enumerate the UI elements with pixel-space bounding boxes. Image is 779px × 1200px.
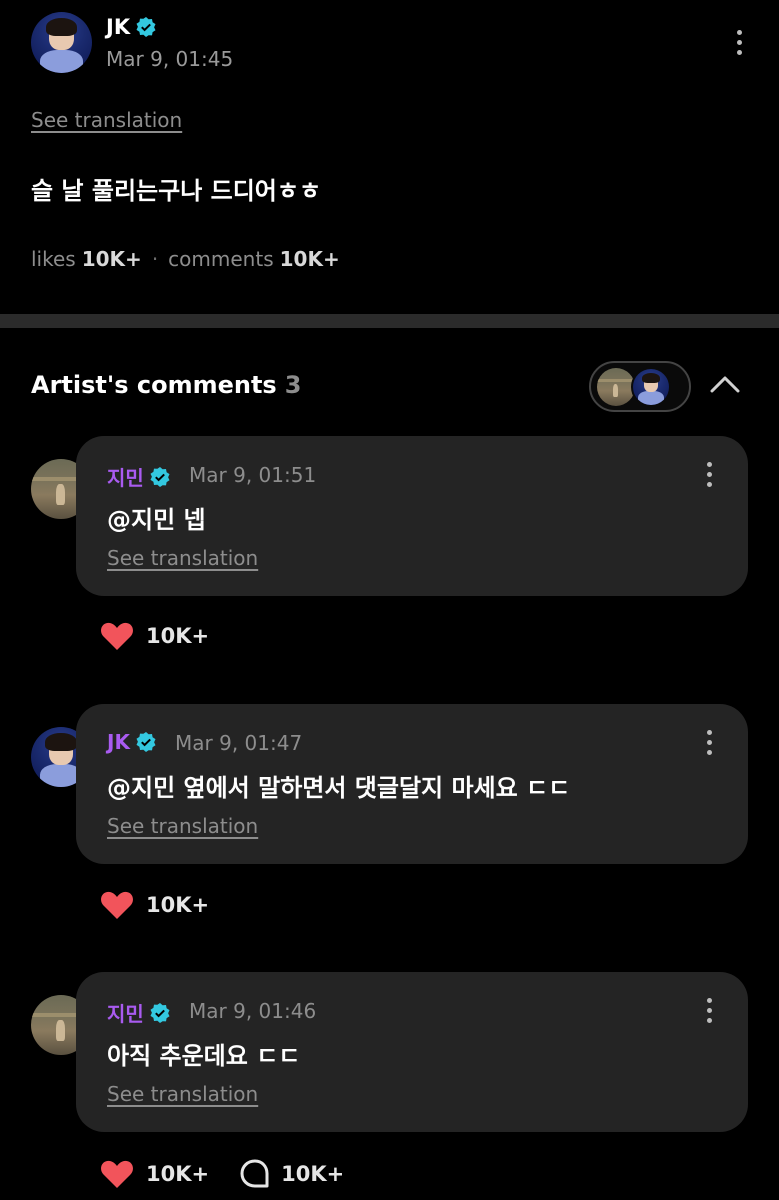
artist-avatar-jimin[interactable]: [597, 368, 635, 406]
more-options-icon[interactable]: [706, 998, 712, 1023]
comments-count[interactable]: 10K+: [280, 247, 340, 271]
artist-comments-count: 3: [284, 371, 302, 399]
post: JK Mar 9, 01:45 See translation 슬 날 풀리는구…: [0, 0, 779, 314]
heart-icon[interactable]: [100, 1159, 134, 1189]
see-translation-link[interactable]: See translation: [107, 814, 258, 838]
artist-avatars-filter[interactable]: [589, 361, 691, 412]
verified-badge-icon: [150, 466, 170, 487]
comment-text: @지민 옆에서 말하면서 댓글달지 마세요 ㄷㄷ: [107, 774, 571, 802]
post-timestamp: Mar 9, 01:45: [106, 47, 234, 71]
comment-like-count: 10K+: [146, 1162, 210, 1186]
stats-separator: ·: [151, 247, 159, 271]
comment-bubble-icon: [240, 1159, 269, 1188]
comment-card: 지민 Mar 9, 01:51 @지민 넵 See translation: [76, 436, 748, 596]
comment-action-row: 10K+ 10K+: [100, 1158, 344, 1190]
likes-label: likes: [31, 247, 76, 271]
see-translation-link[interactable]: See translation: [107, 546, 258, 570]
artist-comments-header: Artist's comments 3: [31, 371, 301, 399]
comment-author-name[interactable]: JK: [107, 730, 130, 754]
comment-text: @지민 넵: [107, 506, 206, 534]
post-author-name[interactable]: JK: [106, 15, 130, 39]
comment-author-name[interactable]: 지민: [107, 462, 144, 491]
comment-like-row: 10K+: [100, 890, 209, 920]
section-divider: [0, 314, 779, 328]
comment-timestamp: Mar 9, 01:46: [189, 999, 317, 1023]
comment-reply-count: 10K+: [281, 1162, 345, 1186]
artist-comments-title: Artist's comments: [31, 371, 277, 399]
comments-label: comments: [168, 247, 274, 271]
see-translation-link[interactable]: See translation: [107, 1082, 258, 1106]
comment-author-name[interactable]: 지민: [107, 998, 144, 1027]
post-author-avatar[interactable]: [31, 12, 92, 73]
chevron-up-icon[interactable]: [708, 371, 742, 397]
comment-text: 아직 추운데요 ㄷㄷ: [107, 1042, 301, 1070]
see-translation-link[interactable]: See translation: [31, 108, 182, 132]
post-author-name-row: JK: [106, 15, 156, 39]
comment-card: 지민 Mar 9, 01:46 아직 추운데요 ㄷㄷ See translati…: [76, 972, 748, 1132]
more-options-icon[interactable]: [706, 462, 712, 487]
more-options-icon[interactable]: [706, 730, 712, 755]
comment-timestamp: Mar 9, 01:47: [175, 731, 303, 755]
comment-author-row: 지민: [107, 462, 170, 491]
comment-like-row: 10K+: [100, 621, 209, 651]
more-options-icon[interactable]: [736, 30, 742, 55]
post-stats: likes 10K+ · comments 10K+: [31, 247, 340, 271]
comment-timestamp: Mar 9, 01:51: [189, 463, 317, 487]
verified-badge-icon: [136, 17, 156, 37]
likes-count[interactable]: 10K+: [82, 247, 142, 271]
post-body-text: 슬 날 풀리는구나 드디어ㅎㅎ: [31, 177, 322, 205]
comment-like-count: 10K+: [146, 624, 210, 648]
comment-card: JK Mar 9, 01:47 @지민 옆에서 말하면서 댓글달지 마세요 ㄷㄷ…: [76, 704, 748, 864]
comment-author-row: 지민: [107, 998, 170, 1027]
reply-button[interactable]: 10K+: [239, 1158, 344, 1190]
comment-like-count: 10K+: [146, 893, 210, 917]
heart-icon[interactable]: [100, 621, 134, 651]
verified-badge-icon: [150, 1002, 170, 1023]
verified-badge-icon: [136, 732, 156, 752]
heart-icon[interactable]: [100, 890, 134, 920]
artist-avatar-jk[interactable]: [631, 367, 671, 407]
comment-author-row: JK: [107, 730, 156, 754]
